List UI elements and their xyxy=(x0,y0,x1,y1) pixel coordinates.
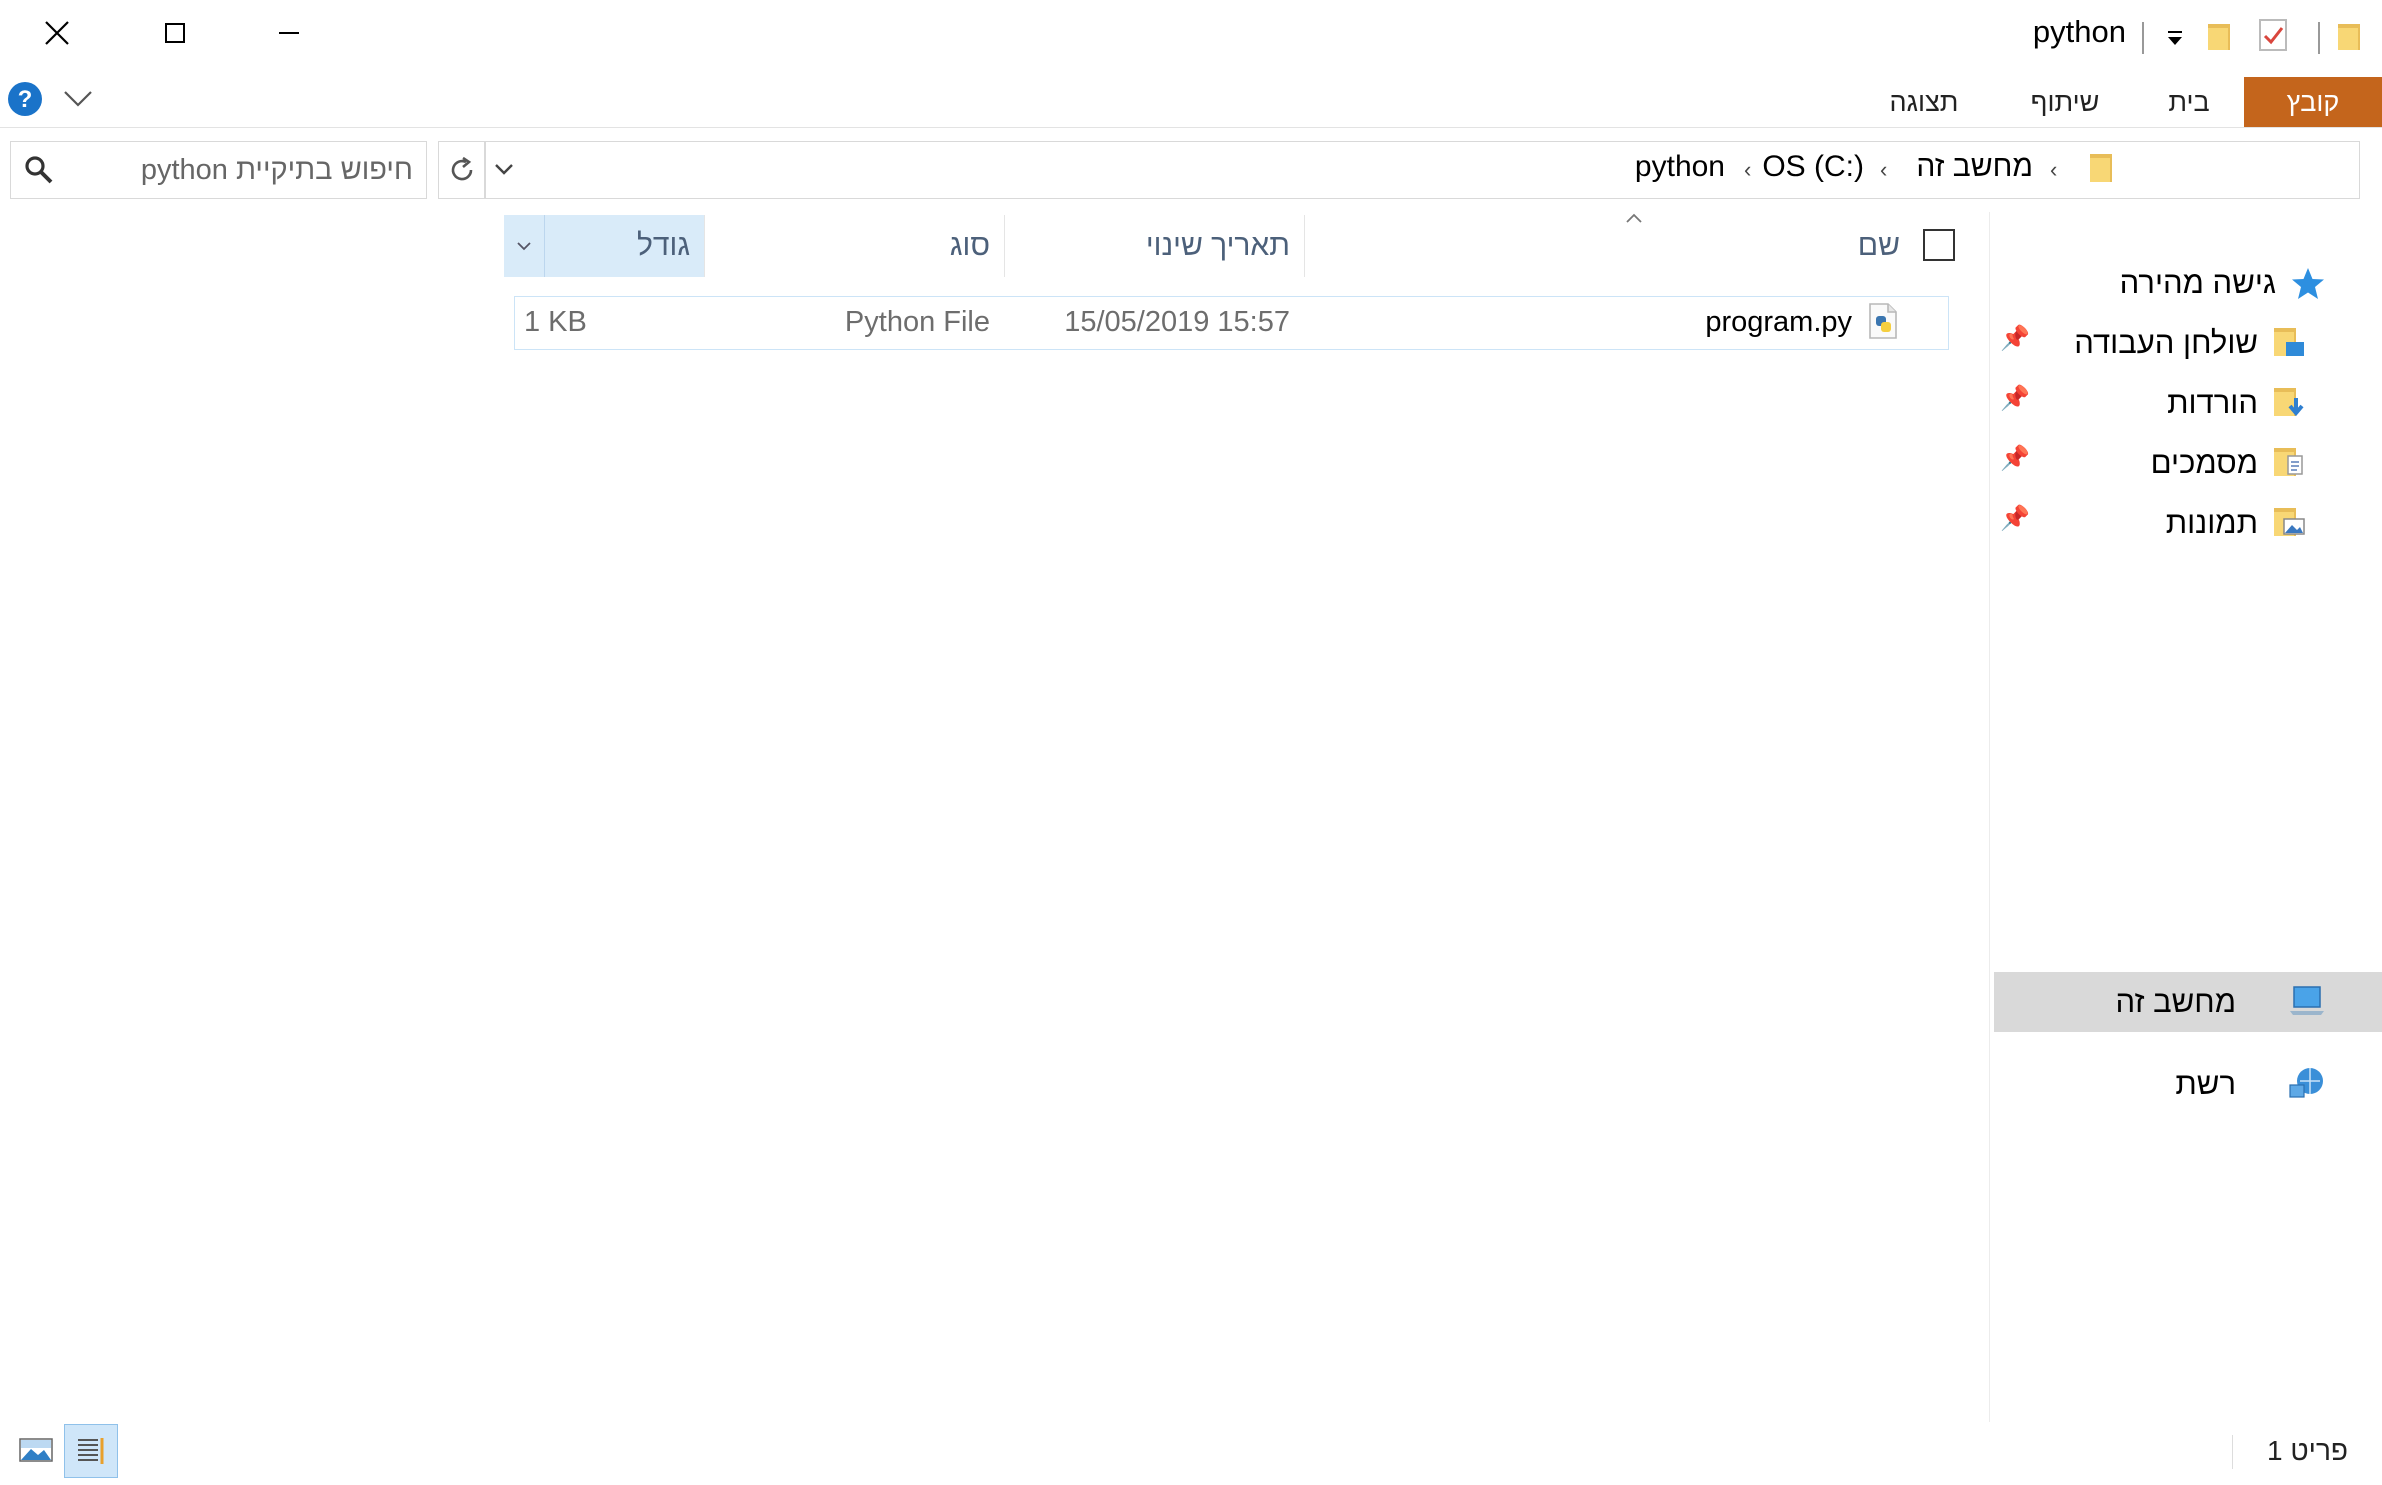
search-input[interactable] xyxy=(71,148,415,192)
address-bar[interactable] xyxy=(484,141,2360,199)
column-header-name[interactable]: שם xyxy=(1310,215,1900,277)
folder-icon xyxy=(2208,24,2230,50)
ribbon-divider xyxy=(0,127,2382,128)
chevron-down-icon xyxy=(64,91,92,107)
file-size: 1 KB xyxy=(524,306,587,338)
documents-folder-icon-wrap xyxy=(2270,444,2306,480)
breadcrumb-python[interactable]: python xyxy=(1635,150,1725,184)
address-history-button[interactable] xyxy=(484,141,524,197)
breadcrumb-chevron[interactable]: ‹ xyxy=(2050,157,2057,183)
column-header-type[interactable]: סוג xyxy=(706,215,990,277)
documents-folder-icon xyxy=(2274,448,2303,476)
downloads-folder-icon xyxy=(2274,388,2304,417)
python-file-icon-wrap xyxy=(1864,302,1902,340)
details-view-icon xyxy=(78,1438,104,1464)
minimize-icon xyxy=(279,32,299,34)
status-separator xyxy=(2232,1435,2233,1469)
star-icon xyxy=(2292,268,2324,299)
folder-icon xyxy=(2090,154,2112,182)
nav-desktop[interactable]: שולחן העבודה xyxy=(2074,317,2258,369)
select-all-checkbox[interactable] xyxy=(1922,228,1956,262)
column-size-label: גודל xyxy=(637,229,690,262)
nav-network[interactable]: רשת xyxy=(2175,1058,2236,1110)
large-icons-view-icon xyxy=(19,1438,53,1462)
tab-share[interactable]: שיתוף xyxy=(2010,77,2120,127)
minimize-button[interactable] xyxy=(234,0,344,66)
expand-ribbon-button[interactable] xyxy=(62,86,94,110)
refresh-icon xyxy=(451,156,473,181)
column-type-label: סוג xyxy=(949,229,990,262)
column-separator[interactable] xyxy=(1304,215,1305,277)
file-date-modified: 15/05/2019 15:57 xyxy=(1064,306,1290,338)
search-icon-wrap xyxy=(23,154,55,186)
desktop-folder-icon-wrap xyxy=(2270,324,2306,360)
pin-icon[interactable]: 📌 xyxy=(2000,444,2030,473)
chevron-down-icon xyxy=(517,242,531,251)
computer-icon xyxy=(2290,986,2324,1015)
nav-pictures[interactable]: תמונות xyxy=(2166,497,2258,549)
customize-dropdown-icon xyxy=(2168,31,2182,45)
tab-file[interactable]: קובץ xyxy=(2244,77,2382,127)
help-icon: ? xyxy=(8,82,42,116)
tab-home[interactable]: בית xyxy=(2144,77,2234,127)
folder-icon xyxy=(2338,24,2360,50)
desktop-folder-icon xyxy=(2274,328,2304,356)
network-icon xyxy=(2289,1068,2323,1098)
maximize-icon xyxy=(165,23,185,43)
column-name-label: שם xyxy=(1857,229,1900,262)
large-icons-view-button[interactable] xyxy=(16,1428,56,1472)
nav-quick-access[interactable]: גישה מהירה xyxy=(2120,257,2276,309)
nav-this-pc[interactable]: מחשב זה xyxy=(2115,976,2236,1028)
breadcrumb-os-c[interactable]: OS (C:) xyxy=(1762,150,1864,184)
column-header-date[interactable]: תאריך שינוי xyxy=(1006,215,1290,277)
file-type: Python File xyxy=(844,306,990,338)
status-item-count: פריט 1 xyxy=(2267,1435,2348,1466)
address-folder-icon-wrap xyxy=(2086,148,2116,188)
column-size-filter-button[interactable] xyxy=(504,215,545,277)
title-separator xyxy=(2142,22,2144,54)
breadcrumb-chevron[interactable]: ‹ xyxy=(1880,157,1887,183)
window-folder-icon-wrap xyxy=(2334,18,2364,54)
column-separator[interactable] xyxy=(704,215,705,277)
close-icon xyxy=(45,21,69,45)
details-view-button[interactable] xyxy=(64,1424,118,1478)
help-button[interactable]: ? xyxy=(6,80,44,118)
title-separator-2 xyxy=(2318,22,2320,54)
refresh-button[interactable] xyxy=(438,141,486,199)
nav-documents[interactable]: מסמכים xyxy=(2151,437,2258,489)
column-date-label: תאריך שינוי xyxy=(1145,229,1290,262)
breadcrumb-chevron[interactable]: ‹ xyxy=(1744,157,1751,183)
downloads-folder-icon-wrap xyxy=(2270,384,2306,420)
checkbox-icon xyxy=(1923,229,1955,261)
properties-icon xyxy=(2259,19,2287,51)
close-button[interactable] xyxy=(2,0,112,66)
qat-new-folder-button[interactable] xyxy=(2204,18,2234,54)
pin-icon[interactable]: 📌 xyxy=(2000,504,2030,533)
nav-downloads[interactable]: הורדות xyxy=(2167,377,2258,429)
file-name[interactable]: program.py xyxy=(1705,306,1852,339)
search-box[interactable] xyxy=(10,141,427,199)
python-file-icon xyxy=(1869,303,1897,339)
breadcrumb-this-pc[interactable]: מחשב זה xyxy=(1916,150,2033,184)
network-icon-wrap xyxy=(2286,1063,2326,1103)
quick-access-icon-wrap xyxy=(2290,266,2326,302)
pictures-folder-icon xyxy=(2274,508,2305,536)
this-pc-icon-wrap xyxy=(2286,983,2326,1019)
column-separator[interactable] xyxy=(1004,215,1005,277)
chevron-down-icon xyxy=(495,164,513,175)
maximize-button[interactable] xyxy=(120,0,230,66)
pin-icon[interactable]: 📌 xyxy=(2000,324,2030,353)
nav-pane-separator[interactable] xyxy=(1989,212,1990,1422)
svg-text:?: ? xyxy=(18,86,33,113)
qat-properties-button[interactable] xyxy=(2256,16,2290,54)
pictures-folder-icon-wrap xyxy=(2270,504,2306,540)
window-title: python xyxy=(2032,14,2126,49)
search-icon xyxy=(25,156,53,184)
qat-dropdown-button[interactable] xyxy=(2160,20,2190,52)
pin-icon[interactable]: 📌 xyxy=(2000,384,2030,413)
tab-view[interactable]: תצוגה xyxy=(1872,77,1976,127)
